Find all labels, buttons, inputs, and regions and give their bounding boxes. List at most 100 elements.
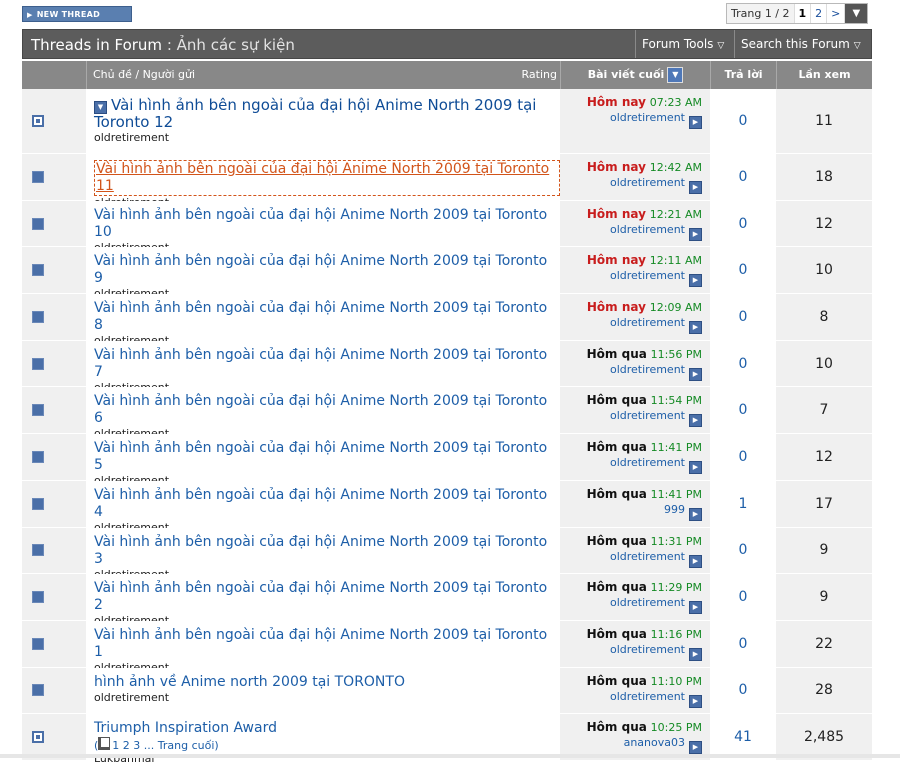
last-post-cell: Hôm qua 11:56 PM oldretirement ▶ bbox=[560, 340, 710, 387]
replies-count[interactable]: 0 bbox=[710, 449, 776, 465]
go-to-last-post-icon[interactable]: ▶ bbox=[689, 227, 702, 241]
last-poster-link[interactable]: oldretirement bbox=[610, 643, 685, 656]
last-poster-link[interactable]: oldretirement bbox=[610, 690, 685, 703]
last-post-time: 11:41 PM bbox=[650, 441, 702, 455]
last-poster-link[interactable]: oldretirement bbox=[610, 596, 685, 609]
go-to-last-post-icon[interactable]: ▶ bbox=[689, 507, 702, 521]
thread-author[interactable]: oldretirement bbox=[94, 691, 560, 704]
go-to-last-post-icon[interactable]: ▶ bbox=[689, 741, 702, 755]
last-post-time: 12:42 AM bbox=[649, 161, 702, 174]
thread-icon-cell bbox=[54, 387, 86, 434]
views-count: 28 bbox=[815, 682, 833, 699]
thread-title-link[interactable]: Vài hình ảnh bên ngoài của đại hội Anime… bbox=[94, 347, 560, 381]
thread-icon-cell bbox=[54, 620, 86, 667]
last-poster-link[interactable]: oldretirement bbox=[610, 111, 685, 124]
thread-topic-cell: Vài hình ảnh bên ngoài của đại hội Anime… bbox=[86, 387, 560, 440]
views-cell: 22 bbox=[776, 620, 872, 667]
replies-count[interactable]: 0 bbox=[710, 356, 776, 372]
thread-title-link[interactable]: Vài hình ảnh bên ngoài của đại hội Anime… bbox=[94, 160, 560, 196]
col-views[interactable]: Lần xem bbox=[776, 61, 872, 89]
replies-count[interactable]: 0 bbox=[710, 262, 776, 278]
thread-status-icon bbox=[32, 731, 44, 744]
go-to-last-post-icon[interactable]: ▶ bbox=[689, 554, 702, 568]
last-poster-link[interactable]: oldretirement bbox=[610, 409, 685, 422]
thread-title-link[interactable]: Vài hình ảnh bên ngoài của đại hội Anime… bbox=[94, 96, 536, 131]
thread-row: Vài hình ảnh bên ngoài của đại hội Anime… bbox=[22, 480, 872, 534]
search-forum-menu[interactable]: Search this Forum ▽ bbox=[734, 30, 871, 58]
col-topic[interactable]: Chủ đề / Người gửi bbox=[86, 61, 560, 89]
last-poster-link[interactable]: oldretirement bbox=[610, 316, 685, 329]
new-thread-button[interactable]: ▶ NEW THREAD bbox=[22, 6, 132, 22]
replies-cell: 0 bbox=[710, 387, 776, 434]
thread-title-link[interactable]: hình ảnh về Anime north 2009 tại TORONTO bbox=[94, 674, 560, 691]
go-to-last-post-icon[interactable]: ▶ bbox=[689, 414, 702, 428]
sort-desc-icon[interactable]: ▼ bbox=[667, 67, 684, 83]
thread-title-link[interactable]: Vài hình ảnh bên ngoài của đại hội Anime… bbox=[94, 207, 560, 241]
views-count: 18 bbox=[815, 168, 833, 185]
thread-status-icon bbox=[32, 357, 44, 370]
col-last-post[interactable]: Bài viết cuối ▼ bbox=[560, 61, 710, 89]
go-to-last-post-icon[interactable]: ▶ bbox=[689, 647, 702, 661]
thread-title-link[interactable]: Triumph Inspiration Award bbox=[94, 720, 560, 737]
last-poster-link[interactable]: oldretirement bbox=[610, 269, 685, 282]
last-poster-link[interactable]: oldretirement bbox=[610, 223, 685, 236]
forum-tools-label: Forum Tools bbox=[642, 37, 714, 51]
go-to-last-post-icon[interactable]: ▶ bbox=[689, 116, 702, 129]
thread-icon-cell bbox=[54, 434, 86, 480]
forum-tools-menu[interactable]: Forum Tools ▽ bbox=[635, 30, 734, 58]
last-post-cell: Hôm nay 12:09 AM oldretirement ▶ bbox=[560, 294, 710, 340]
go-to-last-post-icon[interactable]: ▶ bbox=[689, 367, 702, 381]
replies-cell: 1 bbox=[710, 480, 776, 527]
replies-count[interactable]: 0 bbox=[710, 636, 776, 652]
last-poster-link[interactable]: oldretirement bbox=[610, 550, 685, 563]
go-to-last-post-icon[interactable]: ▶ bbox=[689, 694, 702, 708]
last-poster-link[interactable]: ananova03 bbox=[624, 736, 685, 749]
col-replies[interactable]: Trả lời bbox=[710, 61, 776, 89]
thread-title-link[interactable]: Vài hình ảnh bên ngoài của đại hội Anime… bbox=[94, 487, 560, 521]
thread-topic-cell: Vài hình ảnh bên ngoài của đại hội Anime… bbox=[86, 247, 560, 300]
go-to-last-post-icon[interactable]: ▶ bbox=[689, 274, 702, 288]
go-to-last-post-icon[interactable]: ▶ bbox=[689, 321, 702, 335]
page-links-text[interactable]: 1 2 3 ... Trang cuối bbox=[112, 739, 214, 752]
page-menu-dropdown-icon[interactable]: ▼ bbox=[845, 4, 868, 23]
thread-title-link[interactable]: Vài hình ảnh bên ngoài của đại hội Anime… bbox=[94, 393, 560, 427]
go-to-last-post-icon[interactable]: ▶ bbox=[689, 601, 702, 615]
replies-count[interactable]: 0 bbox=[710, 542, 776, 558]
thread-title-link[interactable]: Vài hình ảnh bên ngoài của đại hội Anime… bbox=[94, 300, 560, 334]
replies-cell: 0 bbox=[710, 200, 776, 247]
last-poster-link[interactable]: oldretirement bbox=[610, 363, 685, 376]
views-cell: 9 bbox=[776, 527, 872, 574]
go-to-last-post-icon[interactable]: ▶ bbox=[689, 181, 702, 194]
replies-count[interactable]: 0 bbox=[710, 402, 776, 418]
thread-title-link[interactable]: Vài hình ảnh bên ngoài của đại hội Anime… bbox=[94, 253, 560, 287]
page-2-link[interactable]: 2 bbox=[811, 4, 828, 23]
thread-icon-cell bbox=[54, 527, 86, 574]
replies-count[interactable]: 0 bbox=[710, 309, 776, 325]
replies-count[interactable]: 0 bbox=[710, 113, 776, 129]
last-poster-link[interactable]: 999 bbox=[664, 503, 685, 516]
replies-count[interactable]: 41 bbox=[710, 729, 776, 745]
replies-count[interactable]: 0 bbox=[710, 216, 776, 232]
thread-status-icon bbox=[32, 264, 44, 277]
last-post-cell: Hôm qua 11:54 PM oldretirement ▶ bbox=[560, 387, 710, 434]
thread-topic-cell: Vài hình ảnh bên ngoài của đại hội Anime… bbox=[86, 294, 560, 347]
horizontal-scrollbar[interactable] bbox=[0, 754, 900, 758]
thread-title-link[interactable]: Vài hình ảnh bên ngoài của đại hội Anime… bbox=[94, 580, 560, 614]
thread-title-link[interactable]: Vài hình ảnh bên ngoài của đại hội Anime… bbox=[94, 534, 560, 568]
next-page-link[interactable]: > bbox=[827, 4, 846, 23]
replies-count[interactable]: 1 bbox=[710, 496, 776, 512]
replies-count[interactable]: 0 bbox=[710, 682, 776, 698]
search-forum-label: Search this Forum bbox=[741, 37, 850, 51]
replies-count[interactable]: 0 bbox=[710, 589, 776, 605]
last-poster-link[interactable]: oldretirement bbox=[610, 176, 685, 189]
last-poster-link[interactable]: oldretirement bbox=[610, 456, 685, 469]
views-count: 17 bbox=[815, 495, 833, 512]
views-cell: 12 bbox=[776, 200, 872, 247]
replies-cell: 0 bbox=[710, 667, 776, 714]
thread-title-link[interactable]: Vài hình ảnh bên ngoài của đại hội Anime… bbox=[94, 627, 560, 661]
replies-count[interactable]: 0 bbox=[710, 169, 776, 185]
col-rating[interactable]: Rating bbox=[497, 61, 557, 89]
thread-author[interactable]: oldretirement bbox=[94, 131, 560, 144]
go-to-last-post-icon[interactable]: ▶ bbox=[689, 461, 702, 475]
thread-title-link[interactable]: Vài hình ảnh bên ngoài của đại hội Anime… bbox=[94, 440, 560, 474]
